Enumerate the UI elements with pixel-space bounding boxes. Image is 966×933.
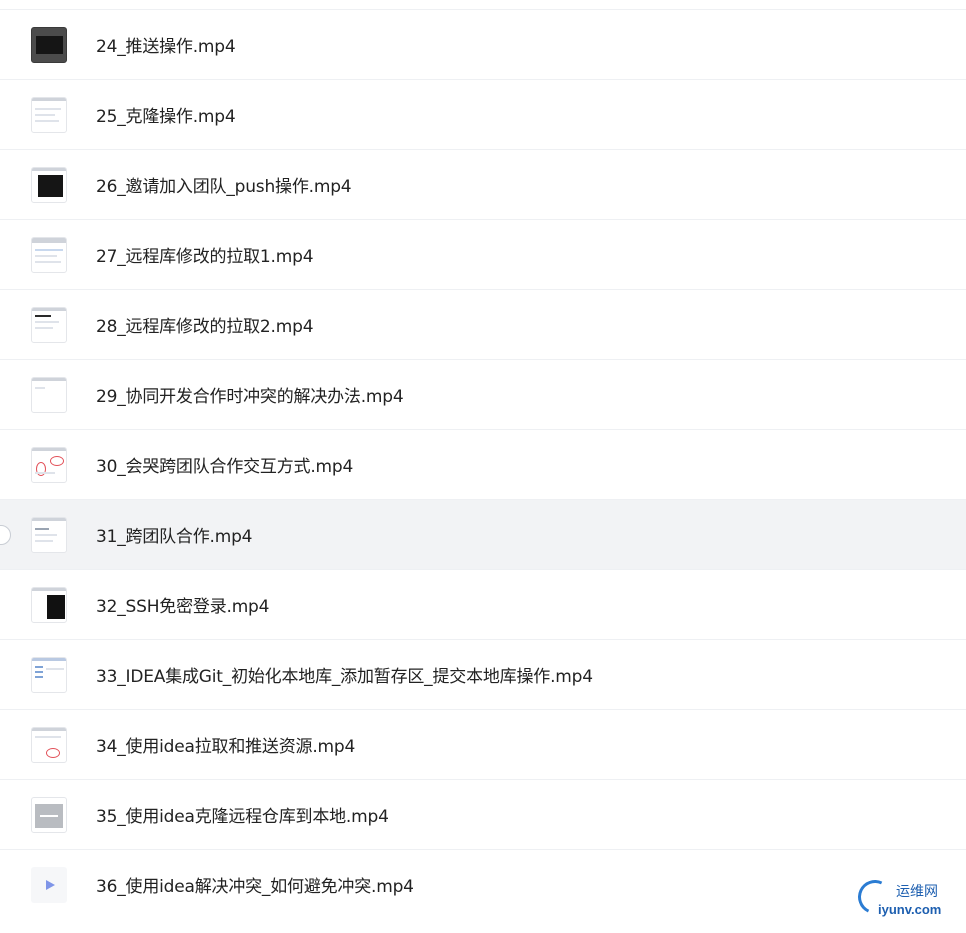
list-item[interactable]: 27_远程库修改的拉取1.mp4 [0, 219, 966, 289]
video-thumbnail[interactable] [31, 656, 67, 693]
list-item[interactable]: 35_使用idea克隆远程仓库到本地.mp4 [0, 779, 966, 849]
file-name[interactable]: 26_邀请加入团队_push操作.mp4 [96, 172, 352, 197]
video-thumbnail[interactable] [31, 96, 67, 133]
video-thumbnail[interactable] [31, 166, 67, 203]
video-thumbnail[interactable] [31, 866, 67, 903]
file-name[interactable]: 28_远程库修改的拉取2.mp4 [96, 312, 314, 337]
video-thumbnail[interactable] [31, 796, 67, 833]
list-item[interactable]: 32_SSH免密登录.mp4 [0, 569, 966, 639]
list-item[interactable]: 31_跨团队合作.mp4 [0, 499, 966, 569]
video-thumbnail[interactable] [31, 26, 67, 63]
list-item[interactable]: 29_协同开发合作时冲突的解决办法.mp4 [0, 359, 966, 429]
site-watermark: 运维网 iyunv.com [853, 875, 960, 928]
video-thumbnail[interactable] [31, 586, 67, 623]
watermark-cn-text: 运维网 [896, 884, 938, 900]
file-name[interactable]: 33_IDEA集成Git_初始化本地库_添加暂存区_提交本地库操作.mp4 [96, 662, 593, 687]
list-item[interactable]: 33_IDEA集成Git_初始化本地库_添加暂存区_提交本地库操作.mp4 [0, 639, 966, 709]
file-name[interactable]: 36_使用idea解决冲突_如何避免冲突.mp4 [96, 872, 414, 897]
video-thumbnail[interactable] [31, 446, 67, 483]
video-thumbnail[interactable] [31, 236, 67, 273]
file-name[interactable]: 34_使用idea拉取和推送资源.mp4 [96, 732, 355, 757]
video-thumbnail[interactable] [31, 376, 67, 413]
file-name[interactable]: 32_SSH免密登录.mp4 [96, 592, 269, 617]
file-name[interactable]: 30_会哭跨团队合作交互方式.mp4 [96, 452, 353, 477]
list-item[interactable]: 28_远程库修改的拉取2.mp4 [0, 289, 966, 359]
file-name[interactable]: 27_远程库修改的拉取1.mp4 [96, 242, 314, 267]
file-list: 24_推送操作.mp4 25_克隆操作.mp4 26_邀请加入团队_push操作… [0, 9, 966, 919]
play-icon [46, 879, 55, 890]
list-item[interactable]: 25_克隆操作.mp4 [0, 79, 966, 149]
list-item[interactable]: 26_邀请加入团队_push操作.mp4 [0, 149, 966, 219]
video-thumbnail[interactable] [31, 516, 67, 553]
file-name[interactable]: 29_协同开发合作时冲突的解决办法.mp4 [96, 382, 404, 407]
list-item[interactable]: 24_推送操作.mp4 [0, 9, 966, 79]
video-thumbnail[interactable] [31, 306, 67, 343]
watermark-en-text: iyunv.com [878, 902, 942, 917]
list-item[interactable]: 34_使用idea拉取和推送资源.mp4 [0, 709, 966, 779]
list-item[interactable]: 30_会哭跨团队合作交互方式.mp4 [0, 429, 966, 499]
file-name[interactable]: 25_克隆操作.mp4 [96, 102, 236, 127]
video-thumbnail[interactable] [31, 726, 67, 763]
file-name[interactable]: 24_推送操作.mp4 [96, 32, 236, 57]
list-item[interactable]: 36_使用idea解决冲突_如何避免冲突.mp4 [0, 849, 966, 919]
file-name[interactable]: 35_使用idea克隆远程仓库到本地.mp4 [96, 802, 389, 827]
file-name[interactable]: 31_跨团队合作.mp4 [96, 522, 253, 547]
select-checkbox[interactable] [0, 524, 11, 545]
